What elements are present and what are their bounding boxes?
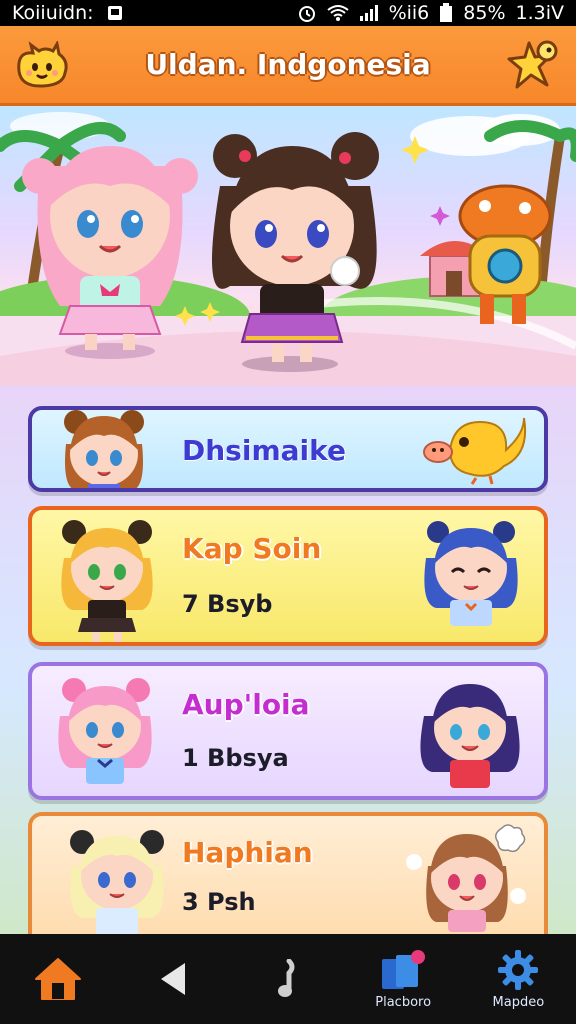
mascot-button[interactable] bbox=[12, 36, 72, 96]
status-right: %ii6 85% 1.3iV bbox=[297, 2, 564, 24]
page-title: Uldan. Indgonesia bbox=[145, 48, 431, 81]
notification-icon bbox=[106, 4, 124, 22]
battery-icon bbox=[439, 3, 453, 23]
nav-home[interactable] bbox=[8, 934, 108, 1024]
character-avatar bbox=[64, 410, 144, 488]
status-battery-percent: 85% bbox=[463, 2, 506, 24]
status-bar: Koiiuidn: %ii6 85% 1.3iV bbox=[0, 0, 576, 26]
gear-icon bbox=[498, 949, 539, 990]
card-title: Dhsimaike bbox=[182, 434, 346, 467]
character-card[interactable]: Dhsimaike bbox=[28, 406, 548, 492]
alarm-icon bbox=[297, 3, 317, 23]
app-header: Uldan. Indgonesia bbox=[0, 26, 576, 106]
card-title: Kap Soin bbox=[182, 532, 322, 565]
character-avatar-secondary bbox=[424, 521, 518, 626]
character-list: Dhsimaike Kap Soin 7 Bsyb Aup'loia 1 Bbs… bbox=[0, 386, 576, 934]
home-icon bbox=[34, 958, 81, 1000]
hero-banner bbox=[0, 106, 576, 386]
cards-icon bbox=[382, 949, 426, 989]
mascot-icon bbox=[17, 41, 68, 88]
sparkle-button[interactable] bbox=[504, 36, 564, 96]
character-avatar bbox=[70, 830, 164, 934]
nav-music[interactable] bbox=[238, 934, 338, 1024]
card-subtitle: 7 Bsyb bbox=[182, 590, 273, 618]
nav-back[interactable] bbox=[123, 934, 223, 1024]
wifi-icon bbox=[326, 4, 349, 22]
bottom-navigation: Placboro Mapdeo bbox=[0, 934, 576, 1024]
nav-label: Mapdeo bbox=[492, 994, 545, 1010]
character-card[interactable]: Haphian 3 Psh bbox=[28, 812, 548, 934]
star-sparkle-icon bbox=[507, 40, 558, 89]
hero-illustration bbox=[0, 112, 576, 386]
card-title: Haphian bbox=[182, 836, 313, 869]
nav-cards[interactable]: Placboro bbox=[353, 934, 453, 1024]
status-time: 1.3iV bbox=[515, 2, 565, 24]
character-avatar bbox=[58, 678, 152, 784]
character-avatar-secondary bbox=[420, 684, 520, 788]
signal-icon bbox=[359, 4, 379, 22]
card-title: Aup'loia bbox=[182, 688, 310, 721]
back-icon bbox=[160, 963, 185, 995]
card-subtitle: 1 Bbsya bbox=[182, 744, 289, 772]
character-avatar-secondary bbox=[406, 824, 526, 932]
nav-settings[interactable]: Mapdeo bbox=[468, 934, 568, 1024]
character-avatar bbox=[61, 520, 153, 642]
card-subtitle: 3 Psh bbox=[182, 888, 256, 916]
status-battery-text: %ii6 bbox=[388, 2, 430, 24]
character-card[interactable]: Kap Soin 7 Bsyb bbox=[28, 506, 548, 646]
character-card[interactable]: Aup'loia 1 Bbsya bbox=[28, 662, 548, 800]
nav-label: Placboro bbox=[375, 994, 432, 1010]
music-note-icon bbox=[277, 959, 295, 997]
duck-mascot-icon bbox=[423, 417, 526, 485]
status-left-text: Koiiuidn: bbox=[12, 2, 94, 24]
status-left: Koiiuidn: bbox=[12, 2, 124, 24]
